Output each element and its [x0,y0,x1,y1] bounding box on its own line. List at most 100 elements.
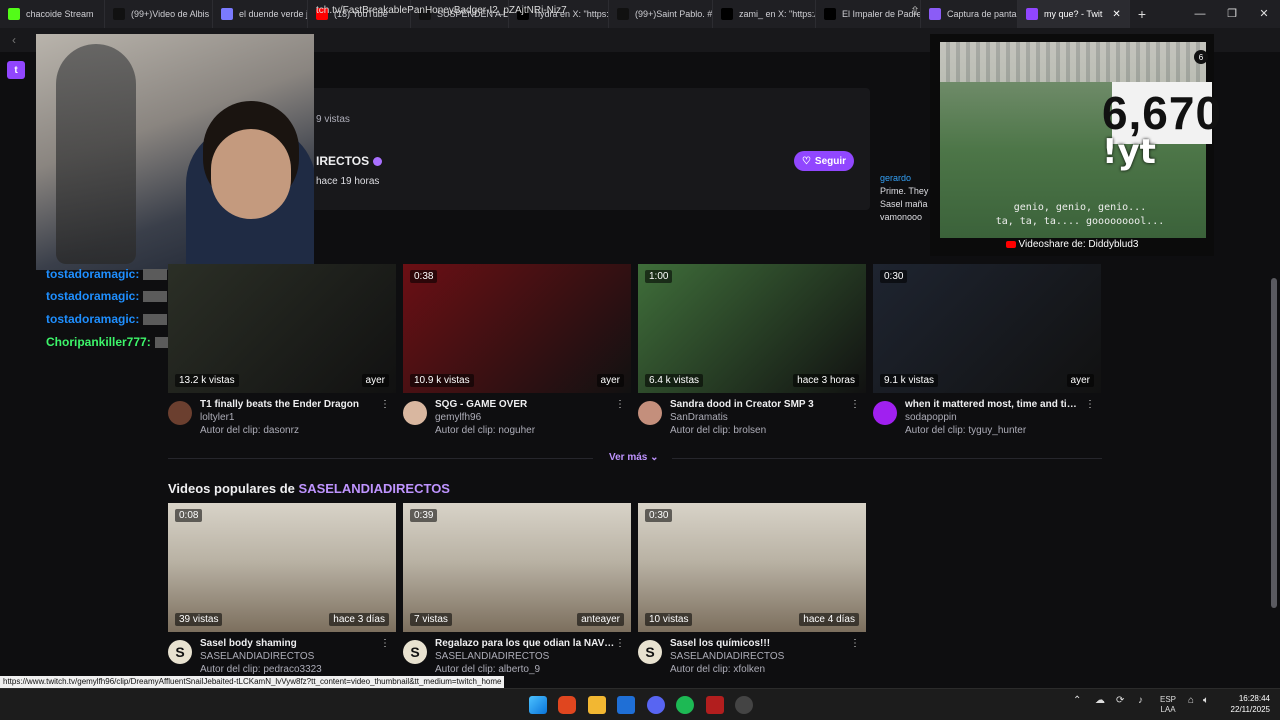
browser-tab[interactable]: (99+)Saint Pablo. # [609,0,713,28]
clip-channel[interactable]: gemylfh96 [435,412,481,423]
clip-views: 7 vistas [410,613,452,626]
minimize-icon[interactable]: — [1184,0,1216,28]
more-options-icon[interactable]: ⋮ [1085,399,1095,410]
clip-title[interactable]: when it mattered most, time and time ... [905,399,1085,410]
streamer-webcam [36,34,314,270]
clip-channel[interactable]: SASELANDIADIRECTOS [435,651,549,662]
more-options-icon[interactable]: ⋮ [380,638,390,649]
side-chat-snippet: gerardo Prime. They Sasel maña vamonooo [880,172,932,224]
clip-author: Autor del clip: noguher [435,425,536,436]
clip-title[interactable]: SQG - GAME OVER [435,399,615,410]
clip-thumbnail[interactable]: 1:00 6.4 k vistas hace 3 horas [638,264,866,393]
side-chat-line: Sasel maña [880,199,928,209]
clip-channel[interactable]: loltyler1 [200,412,234,423]
browser-tab[interactable]: El Impaler de Padre [816,0,921,28]
brave-browser-icon[interactable] [558,696,576,714]
clip-views: 9.1 k vistas [880,374,939,387]
microphone-icon[interactable]: ♪ [1138,695,1143,706]
volume-icon[interactable]: 🔈︎ [1203,695,1209,706]
chat-emote-icon [143,314,168,326]
clip-channel[interactable]: SanDramatis [670,412,728,423]
cloud-icon[interactable]: ☁ [1095,695,1105,706]
new-tab-icon[interactable]: + [1130,6,1154,22]
status-url: https://www.twitch.tv/gemylfh96/clip/Dre… [0,676,505,688]
channel-name[interactable]: IRECTOS [316,154,383,168]
more-options-icon[interactable]: ⋮ [850,399,860,410]
browser-tab[interactable]: Captura de pantalla [921,0,1018,28]
channel-avatar[interactable] [638,401,662,425]
channel-avatar[interactable]: S [403,640,427,664]
clip-thumbnail[interactable]: 0:30 9.1 k vistas ayer [873,264,1101,393]
discord-icon[interactable] [647,696,665,714]
clip-author: Autor del clip: alberto_9 [435,664,541,675]
channel-avatar[interactable]: S [168,640,192,664]
channel-avatar[interactable] [873,401,897,425]
clip-meta: SQG - GAME OVER gemylfh96 Autor del clip: … [403,399,631,441]
clip-thumbnail[interactable]: 0:38 10.9 k vistas ayer [403,264,631,393]
windows-start-icon[interactable] [529,696,547,714]
file-explorer-icon[interactable] [588,696,606,714]
ver-mas-button[interactable]: Ver más ⌄ [609,452,659,463]
scrollbar-thumb[interactable] [1271,278,1277,608]
language-indicator[interactable]: ESP LAA [1160,695,1176,715]
clip-thumbnail[interactable]: 13.2 k vistas ayer [168,264,396,393]
more-options-icon[interactable]: ⋮ [615,399,625,410]
network-icon[interactable]: ⌂ [1188,695,1194,706]
clip-channel[interactable]: SASELANDIADIRECTOS [200,651,314,662]
divider-right [672,458,1102,459]
more-options-icon[interactable]: ⋮ [850,638,860,649]
channel-avatar[interactable]: S [638,640,662,664]
close-window-icon[interactable]: ✕ [1248,0,1280,28]
clock[interactable]: 16:28:44 22/11/2025 [1224,693,1270,715]
popular-channel-link[interactable]: SASELANDIADIRECTOS [299,481,450,496]
chat-message: Choripankiller777: [46,335,179,349]
more-options-icon[interactable]: ⋮ [380,399,390,410]
clip-title[interactable]: Sandra dood in Creator SMP 3 [670,399,850,410]
clip-thumbnail[interactable]: 0:39 7 vistas anteayer [403,503,631,632]
share-icon[interactable]: ⇪ [910,4,920,18]
restore-icon[interactable]: ❐ [1216,0,1248,28]
x-icon [824,8,836,20]
follow-button[interactable]: ♡ Seguir [794,151,854,171]
back-icon[interactable]: ‹ [4,33,24,47]
clip-title[interactable]: Sasel los químicos!!! [670,638,850,649]
chat-emote-icon [143,291,168,303]
channel-avatar[interactable] [168,401,192,425]
chat-username[interactable]: tostadoramagic: [46,312,139,326]
channel-avatar[interactable] [403,401,427,425]
clip-channel[interactable]: SASELANDIADIRECTOS [670,651,784,662]
clip-title[interactable]: Regalazo para los que odian la NAVID... [435,638,615,649]
video-subtitle-line: ta, ta, ta.... gooooooool... [995,216,1165,227]
clip-meta: T1 finally beats the Ender Dragon loltyle… [168,399,396,441]
clip-title[interactable]: T1 finally beats the Ender Dragon [200,399,380,410]
clip-thumbnail[interactable]: 0:08 39 vistas hace 3 días [168,503,396,632]
close-tab-icon[interactable]: ✕ [1112,9,1120,20]
chat-username[interactable]: tostadoramagic: [46,289,139,303]
clip-meta: S Sasel body shaming SASELANDIADIRECTOS Aut… [168,638,396,680]
page-scrollbar[interactable] [1271,60,1277,700]
chat-username[interactable]: Choripankiller777: [46,335,151,349]
browser-tab[interactable]: el duende verde jue [213,0,308,28]
clip-author: Autor del clip: brolsen [670,425,767,436]
chat-username[interactable]: tostadoramagic: [46,267,139,281]
obs-icon[interactable] [735,696,753,714]
url-field[interactable]: tch.tv/FastBreakablePanHoneyBadger-I2_pZ… [316,5,567,16]
sync-icon[interactable]: ⟳ [1116,695,1124,706]
twitch-logo-icon[interactable]: t [7,61,25,79]
browser-tab[interactable]: zami_ en X: "https:/ [713,0,816,28]
bing-icon[interactable] [617,696,635,714]
clip-channel[interactable]: sodapoppin [905,412,957,423]
spotify-icon[interactable] [676,696,694,714]
app-icon[interactable] [706,696,724,714]
verified-icon [373,157,383,167]
browser-tab[interactable]: (99+)Video de Albis [105,0,213,28]
tray-chevron-icon[interactable]: ⌃ [1073,695,1081,706]
clip-duration: 0:30 [645,509,673,522]
language-code: ESP [1160,695,1177,704]
browser-tab[interactable]: chacoide Stream [0,0,105,28]
clip-thumbnail[interactable]: 0:30 10 vistas hace 4 días [638,503,866,632]
browser-tab[interactable]: my que? - Twit ✕ [1018,0,1130,28]
more-options-icon[interactable]: ⋮ [615,638,625,649]
clip-title[interactable]: Sasel body shaming [200,638,380,649]
clip-author: Autor del clip: dasonrz [200,425,299,436]
